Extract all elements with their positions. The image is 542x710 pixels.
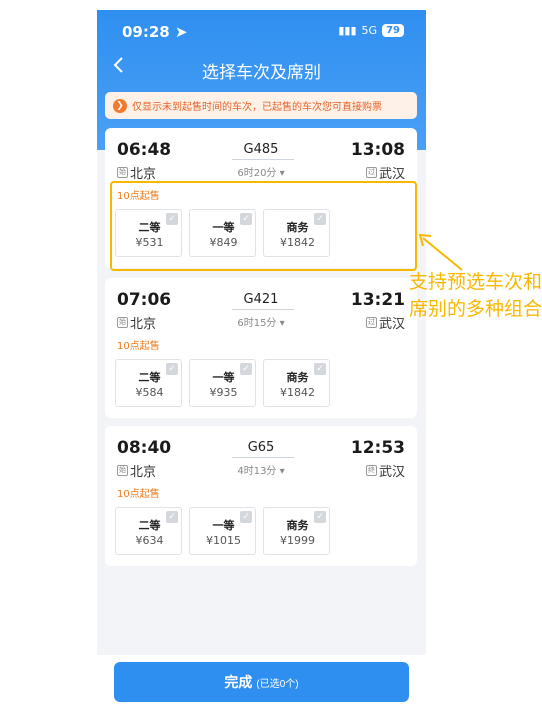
annotation-text: 支持预选车次和席别的多种组合 [409, 271, 542, 320]
arrow-icon [418, 233, 463, 271]
